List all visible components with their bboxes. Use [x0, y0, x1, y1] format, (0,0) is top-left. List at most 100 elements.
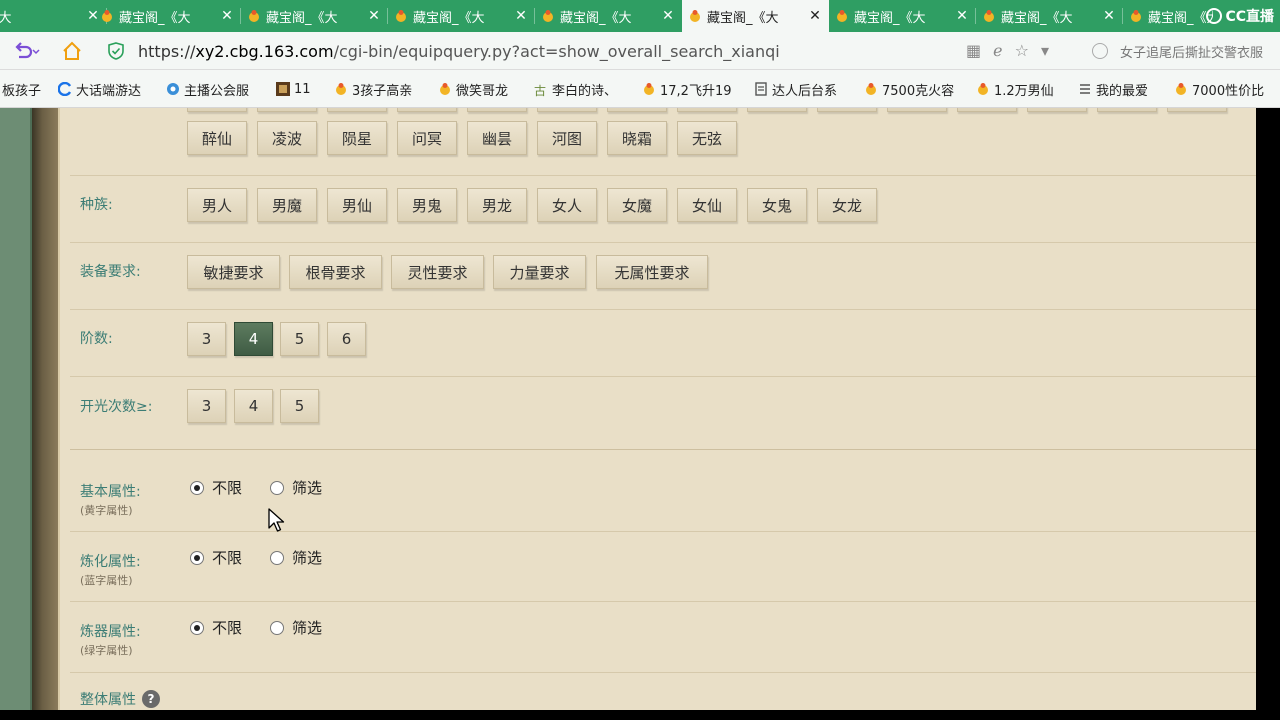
bookmark-item[interactable]: 古 李白的诗、 [534, 80, 617, 99]
option-button[interactable] [1027, 108, 1087, 112]
bookmark-item[interactable]: 1.2万男仙 [976, 80, 1054, 99]
forge-attr-any-radio[interactable]: 不限 [190, 617, 242, 638]
equip-requirement-option[interactable]: 根骨要求 [289, 255, 382, 289]
help-icon[interactable]: ? [142, 690, 160, 708]
option-button[interactable] [257, 108, 317, 112]
basic-attr-filter-radio[interactable]: 筛选 [270, 477, 322, 498]
race-option[interactable]: 男魔 [257, 188, 317, 222]
xianqi-name-option[interactable]: 幽昙 [467, 121, 527, 155]
close-icon[interactable]: ✕ [660, 8, 676, 24]
open-count-option[interactable]: 4 [234, 389, 273, 423]
browser-tab[interactable]: 阁_《大 ✕ [0, 0, 107, 32]
open-count-option[interactable]: 5 [280, 389, 319, 423]
browser-tab[interactable]: 藏宝阁_《大 ✕ [94, 0, 241, 32]
close-icon[interactable]: ✕ [954, 8, 970, 24]
race-option[interactable]: 男龙 [467, 188, 527, 222]
option-button[interactable] [607, 108, 667, 112]
browser-tab[interactable]: 藏宝阁_《大 ✕ [535, 0, 682, 32]
xianqi-name-option[interactable]: 陨星 [327, 121, 387, 155]
bookmark-item[interactable]: 主播公会服 [166, 80, 249, 99]
cbg-favicon-icon [978, 83, 988, 95]
option-button[interactable] [677, 108, 737, 112]
browser-tab[interactable]: 藏宝阁_《大 ✕ [976, 0, 1123, 32]
bookmark-item[interactable]: 我的最爱 [1078, 80, 1148, 99]
tab-title: 阁_《大 [0, 10, 12, 26]
close-icon[interactable]: ✕ [219, 8, 235, 24]
equip-requirement-option[interactable]: 灵性要求 [391, 255, 484, 289]
bookmark-item[interactable]: 11 [276, 80, 311, 98]
race-option[interactable]: 男仙 [327, 188, 387, 222]
option-button[interactable] [1097, 108, 1157, 112]
bookmark-item[interactable]: 7500克火容 [864, 80, 954, 99]
cbg-favicon-icon [543, 10, 553, 22]
race-option[interactable]: 女鬼 [747, 188, 807, 222]
option-button[interactable] [537, 108, 597, 112]
refine-attr-any-radio[interactable]: 不限 [190, 547, 242, 568]
option-button[interactable] [467, 108, 527, 112]
bookmark-label: 板孩子 [2, 83, 42, 99]
browser-tab[interactable]: 藏宝阁_《大 ✕ [829, 0, 976, 32]
tier-option[interactable]: 5 [280, 322, 319, 356]
race-option[interactable]: 女仙 [677, 188, 737, 222]
compatibility-icon[interactable]: ℯ [993, 41, 1002, 60]
close-icon[interactable]: ✕ [513, 8, 529, 24]
xianqi-name-option[interactable]: 醉仙 [187, 121, 247, 155]
race-option[interactable]: 女人 [537, 188, 597, 222]
tier-option[interactable]: 6 [327, 322, 366, 356]
bookmark-item[interactable]: 大话端游达 [58, 80, 141, 99]
race-option[interactable]: 女龙 [817, 188, 877, 222]
forge-attr-radio-group: 不限 筛选 [190, 617, 350, 638]
close-icon[interactable]: ✕ [366, 8, 382, 24]
race-option[interactable]: 男人 [187, 188, 247, 222]
forge-attr-filter-radio[interactable]: 筛选 [270, 617, 322, 638]
row-divider [70, 601, 1268, 602]
open-count-option[interactable]: 3 [187, 389, 226, 423]
race-option[interactable]: 女魔 [607, 188, 667, 222]
radio-checked-icon [190, 550, 204, 565]
url-field[interactable]: https://xy2.cbg.163.com/cgi-bin/equipque… [108, 37, 958, 65]
close-icon[interactable]: ✕ [807, 8, 823, 24]
cbg-favicon-icon [336, 83, 346, 95]
option-button[interactable] [187, 108, 247, 112]
bookmark-item[interactable]: 17,2飞升19 [642, 80, 732, 99]
bookmark-item[interactable]: 3孩子高亲 [334, 80, 412, 99]
browser-tab[interactable]: 藏宝阁_《大 ✕ [388, 0, 535, 32]
basic-attr-any-radio[interactable]: 不限 [190, 477, 242, 498]
search-box[interactable]: 女子追尾后撕扯交警衣服 [1092, 40, 1280, 62]
option-button[interactable] [747, 108, 807, 112]
browser-tab[interactable]: 藏宝阁_《大 ✕ [241, 0, 388, 32]
undo-button[interactable] [12, 40, 40, 62]
xianqi-name-option[interactable]: 无弦 [677, 121, 737, 155]
xianqi-name-option[interactable]: 晓霜 [607, 121, 667, 155]
chevron-down-icon[interactable]: ▾ [1041, 41, 1049, 60]
equip-requirement-option[interactable]: 无属性要求 [596, 255, 708, 289]
star-icon[interactable]: ☆ [1015, 41, 1029, 60]
race-option[interactable]: 男鬼 [397, 188, 457, 222]
poem-favicon-icon: 古 [534, 84, 547, 98]
tier-option[interactable]: 3 [187, 322, 226, 356]
option-button[interactable] [1167, 108, 1227, 112]
option-button[interactable] [817, 108, 877, 112]
browser-tab-active[interactable]: 藏宝阁_《大 ✕ [682, 0, 829, 32]
xianqi-name-option[interactable]: 河图 [537, 121, 597, 155]
bookmark-item[interactable]: 7000性价比 [1174, 80, 1264, 99]
qr-code-icon[interactable]: ▦ [966, 41, 981, 60]
bookmark-item[interactable]: 达人后台系 [754, 80, 837, 99]
bookmark-item[interactable]: 微笑哥龙 [438, 80, 508, 99]
option-button[interactable] [957, 108, 1017, 112]
option-button[interactable] [397, 108, 457, 112]
browser-tab[interactable]: 藏宝阁_《大 [1123, 0, 1213, 32]
xianqi-name-option[interactable]: 凌波 [257, 121, 317, 155]
xianqi-name-option[interactable]: 问冥 [397, 121, 457, 155]
refine-attr-sublabel: (蓝字属性) [80, 574, 133, 587]
tier-option-selected[interactable]: 4 [234, 322, 273, 356]
close-icon[interactable]: ✕ [1101, 8, 1117, 24]
option-button[interactable] [887, 108, 947, 112]
equip-requirement-option[interactable]: 力量要求 [493, 255, 586, 289]
home-button[interactable] [62, 40, 82, 62]
bookmark-item[interactable]: 板孩子 [2, 80, 42, 99]
refine-attr-filter-radio[interactable]: 筛选 [270, 547, 322, 568]
option-button[interactable] [327, 108, 387, 112]
radio-label: 筛选 [292, 619, 323, 637]
equip-requirement-option[interactable]: 敏捷要求 [187, 255, 280, 289]
